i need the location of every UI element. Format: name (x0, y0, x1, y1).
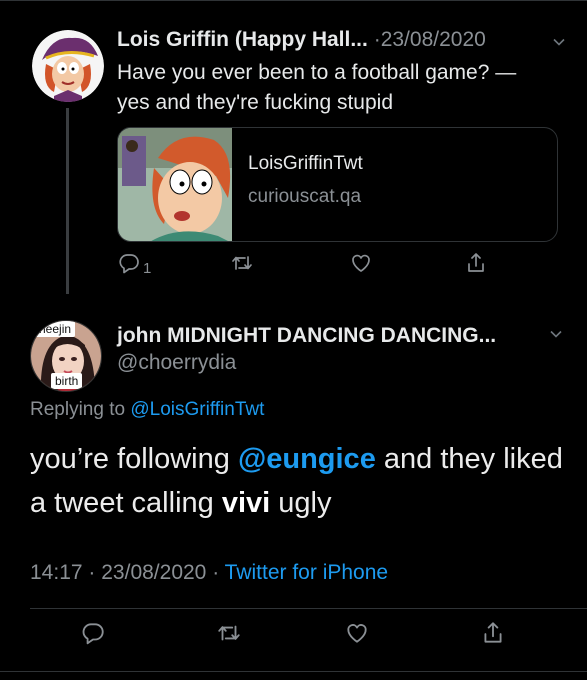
thread-connector-line (66, 108, 69, 294)
meta-separator: · (88, 561, 96, 584)
top-divider (0, 0, 587, 1)
link-card[interactable]: LoisGriffinTwt curiouscat.qa (117, 127, 558, 242)
chevron-down-icon[interactable] (548, 326, 564, 347)
share-icon (464, 251, 488, 280)
parent-date[interactable]: 23/08/2020 (381, 28, 486, 51)
lois-griffin-avatar[interactable] (32, 30, 104, 102)
link-card-thumbnail (118, 128, 232, 241)
tweet-time: 14:17 (30, 561, 83, 584)
share-icon (480, 620, 506, 651)
reply-icon (80, 620, 106, 651)
tweet-source[interactable]: Twitter for iPhone (225, 561, 388, 584)
link-card-domain: curiouscat.qa (248, 186, 362, 207)
reply-count: 1 (143, 259, 152, 277)
link-card-title: LoisGriffinTwt (248, 153, 363, 174)
reply-icon (117, 251, 141, 280)
body-bold-text: vivi (221, 487, 271, 519)
tweet-metadata: 14:17 · 23/08/2020 · Twitter for iPhone (30, 561, 388, 585)
retweet-button[interactable] (216, 620, 242, 650)
reply-tweet-actions (30, 620, 557, 654)
parent-tweet-actions: 1 (117, 250, 557, 284)
meta-separator: · (212, 561, 220, 584)
retweet-button[interactable] (230, 250, 254, 280)
retweet-icon (230, 251, 254, 280)
parent-text-line: Have you ever been to a football game? — (117, 61, 517, 84)
body-mention[interactable]: @eungice (238, 443, 376, 475)
share-button[interactable] (480, 620, 506, 650)
reply-handle[interactable]: @choerrydia (117, 351, 236, 375)
chevron-down-icon[interactable] (551, 32, 567, 56)
replying-to-label: Replying to (30, 399, 126, 420)
parent-tweet-text: Have you ever been to a football game? —… (117, 58, 557, 118)
parent-tweet-header: Lois Griffin (Happy Hall... ·23/08/2020 (117, 28, 569, 58)
body-text: ugly (270, 487, 332, 519)
like-icon (344, 620, 370, 651)
replying-to-line: Replying to @LoisGriffinTwt (30, 399, 264, 421)
avatar-tag: heejin (35, 321, 76, 337)
body-text: you’re following (30, 443, 238, 475)
header-separator: · (373, 28, 381, 51)
reply-button[interactable] (80, 620, 106, 650)
reply-button[interactable]: 1 (117, 250, 151, 280)
reply-display-name[interactable]: john MIDNIGHT DANCING DANCING... (117, 324, 547, 348)
parent-display-name[interactable]: Lois Griffin (Happy Hall... (117, 28, 368, 51)
parent-text-line: yes and they're fucking stupid (117, 91, 394, 114)
retweet-icon (216, 620, 242, 651)
share-button[interactable] (464, 250, 488, 280)
like-icon (349, 251, 373, 280)
like-button[interactable] (344, 620, 370, 650)
actions-divider (30, 608, 587, 609)
avatar-tag: birth (51, 373, 83, 389)
choerrydia-avatar[interactable]: heejin birth (30, 320, 102, 392)
like-button[interactable] (349, 250, 373, 280)
bottom-divider (0, 671, 587, 672)
replying-to-mention[interactable]: @LoisGriffinTwt (130, 399, 264, 420)
reply-tweet-text: you’re following @eungice and they liked… (30, 437, 570, 525)
tweet-date: 23/08/2020 (101, 561, 207, 584)
